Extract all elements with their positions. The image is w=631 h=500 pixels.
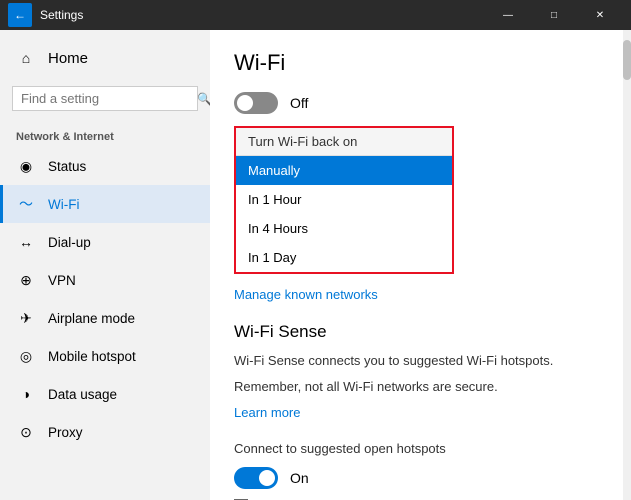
scrollbar-thumb[interactable] (623, 40, 631, 80)
connect-toggle[interactable] (234, 467, 278, 489)
home-icon: ⌂ (16, 48, 36, 68)
wifi-icon: 〜 (16, 194, 36, 214)
dropdown-option-1day[interactable]: In 1 Day (236, 243, 452, 272)
wifi-sense-desc2: Remember, not all Wi-Fi networks are sec… (234, 378, 607, 396)
sidebar-item-mobile-hotspot[interactable]: ◎ Mobile hotspot (0, 337, 210, 375)
airplane-icon: ✈ (16, 308, 36, 328)
window-controls: — □ ✕ (485, 0, 623, 30)
wifi-toggle[interactable] (234, 92, 278, 114)
proxy-icon: ⊙ (16, 422, 36, 442)
page-title: Wi-Fi (234, 50, 607, 76)
mobile-hotspot-icon: ◎ (16, 346, 36, 366)
dialup-icon: ↔ (16, 232, 36, 252)
sidebar-item-data-usage[interactable]: ◑ Data usage (0, 375, 210, 413)
sidebar-section-label: Network & Internet (0, 119, 210, 147)
content-panel: Wi-Fi Off Turn Wi-Fi back on Manually In… (210, 30, 631, 500)
sidebar-item-vpn[interactable]: ⊕ VPN (0, 261, 210, 299)
minimize-button[interactable]: — (485, 0, 531, 30)
wifi-dropdown-panel: Turn Wi-Fi back on Manually In 1 Hour In… (234, 126, 454, 274)
sidebar-item-label: Airplane mode (48, 311, 135, 326)
app-body: ⌂ Home 🔍 Network & Internet ◉ Status 〜 W… (0, 30, 631, 500)
wifi-toggle-label: Off (290, 95, 308, 111)
sidebar-home-label: Home (48, 50, 88, 67)
sidebar: ⌂ Home 🔍 Network & Internet ◉ Status 〜 W… (0, 30, 210, 500)
scrollbar-track (623, 30, 631, 500)
manage-networks-link[interactable]: Manage known networks (234, 287, 378, 302)
sidebar-item-dialup[interactable]: ↔ Dial-up (0, 223, 210, 261)
title-bar: ← Settings — □ ✕ (0, 0, 631, 30)
connect-toggle-knob (259, 470, 275, 486)
window-title: Settings (40, 8, 485, 22)
connect-toggle-label: On (290, 470, 309, 486)
sidebar-item-proxy[interactable]: ⊙ Proxy (0, 413, 210, 451)
connect-toggle-row: On (234, 467, 607, 489)
wifi-sense-title: Wi-Fi Sense (234, 322, 607, 342)
back-button[interactable]: ← (8, 3, 32, 27)
sidebar-item-label: Wi-Fi (48, 197, 79, 212)
dropdown-option-4hours[interactable]: In 4 Hours (236, 214, 452, 243)
data-usage-icon: ◑ (16, 384, 36, 404)
learn-more-link[interactable]: Learn more (234, 405, 300, 420)
sidebar-item-status[interactable]: ◉ Status (0, 147, 210, 185)
search-input[interactable] (21, 91, 197, 106)
wifi-toggle-row: Off (234, 92, 607, 114)
sidebar-item-label: Status (48, 159, 86, 174)
sidebar-item-label: Data usage (48, 387, 117, 402)
sidebar-item-label: Mobile hotspot (48, 349, 136, 364)
status-icon: ◉ (16, 156, 36, 176)
close-button[interactable]: ✕ (577, 0, 623, 30)
sidebar-item-label: Dial-up (48, 235, 91, 250)
sidebar-item-label: VPN (48, 273, 76, 288)
dropdown-header: Turn Wi-Fi back on (236, 128, 452, 156)
sidebar-item-home[interactable]: ⌂ Home (0, 38, 210, 78)
search-box[interactable]: 🔍 (12, 86, 198, 111)
sidebar-item-wifi[interactable]: 〜 Wi-Fi (0, 185, 210, 223)
wifi-sense-desc1: Wi-Fi Sense connects you to suggested Wi… (234, 352, 607, 370)
toggle-knob (237, 95, 253, 111)
connect-label: Connect to suggested open hotspots (234, 440, 607, 458)
search-icon: 🔍 (197, 92, 210, 106)
sidebar-item-label: Proxy (48, 425, 83, 440)
dropdown-option-1hour[interactable]: In 1 Hour (236, 185, 452, 214)
vpn-icon: ⊕ (16, 270, 36, 290)
maximize-button[interactable]: □ (531, 0, 577, 30)
dropdown-option-manually[interactable]: Manually (236, 156, 452, 185)
sidebar-item-airplane[interactable]: ✈ Airplane mode (0, 299, 210, 337)
